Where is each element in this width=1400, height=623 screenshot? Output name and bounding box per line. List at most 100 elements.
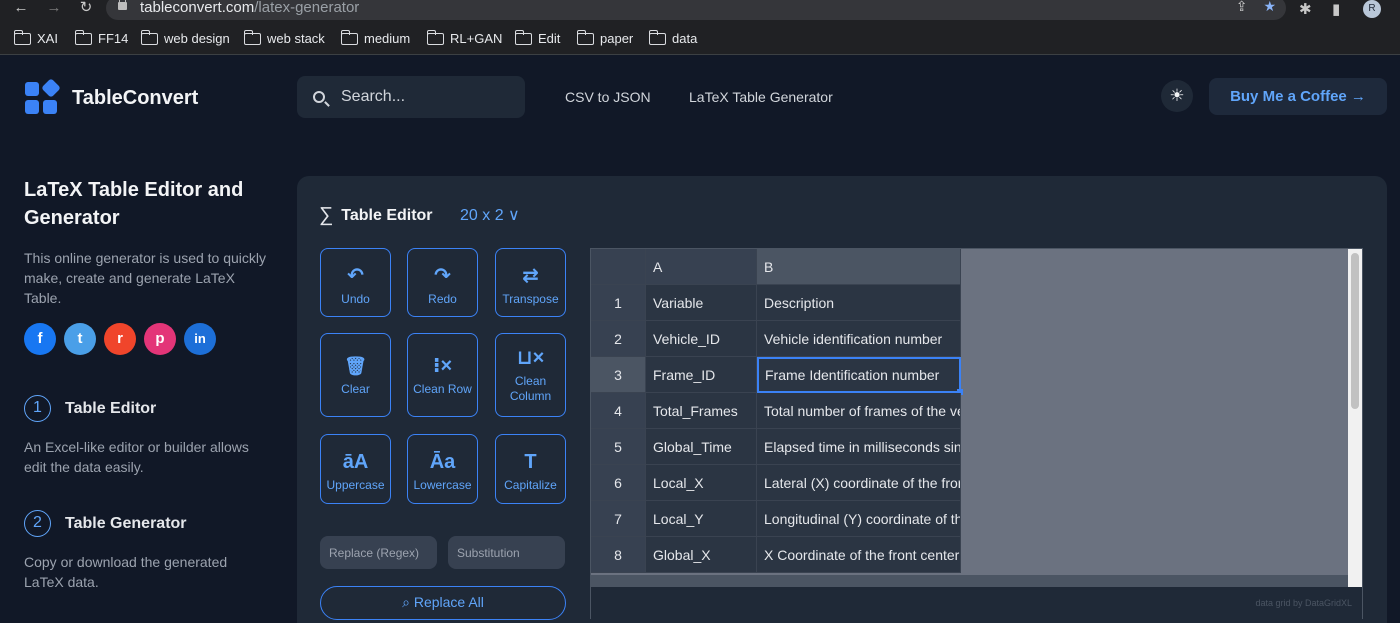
uppercase-button[interactable]: āA Uppercase: [320, 434, 391, 504]
scrollbar-thumb[interactable]: [1351, 253, 1359, 409]
grid-cell[interactable]: Variable: [646, 285, 757, 321]
clean-row-button[interactable]: ⁝× Clean Row: [407, 333, 478, 417]
pinterest-icon[interactable]: p: [144, 323, 176, 355]
sidepanel-icon[interactable]: ▮: [1332, 0, 1340, 18]
bookmark-star-icon[interactable]: ★: [1263, 0, 1276, 15]
url-bar[interactable]: tableconvert.com/latex-generator ⇪ ★: [106, 0, 1286, 20]
table-dimensions-dropdown[interactable]: 20 x 2 ∨: [460, 205, 520, 225]
facebook-icon[interactable]: f: [24, 323, 56, 355]
bookmark-item[interactable]: XAI: [13, 29, 58, 46]
bookmark-item[interactable]: web design: [140, 29, 230, 46]
grid-cell[interactable]: Total number of frames of the ve: [757, 393, 961, 429]
data-grid[interactable]: A B 1 Variable Description 2 Vehicle_ID …: [590, 248, 1363, 619]
grid-cell[interactable]: Local_Y: [646, 501, 757, 537]
transpose-button[interactable]: ⇄ Transpose: [495, 248, 566, 317]
substitution-input[interactable]: [448, 536, 565, 569]
page-title: LaTeX Table Editor and Generator: [24, 179, 244, 229]
nav-link-latex-generator[interactable]: LaTeX Table Generator: [689, 89, 833, 105]
trash-icon: 🗑: [344, 356, 367, 376]
grid-cell[interactable]: Lateral (X) coordinate of the fron: [757, 465, 961, 501]
share-icon[interactable]: ⇪: [1236, 0, 1248, 15]
row-header[interactable]: 8: [591, 537, 646, 573]
bookmark-item[interactable]: paper: [576, 29, 633, 46]
grid-cell[interactable]: Description: [757, 285, 961, 321]
search-box[interactable]: [297, 76, 525, 118]
reddit-icon[interactable]: r: [104, 323, 136, 355]
bookmark-item[interactable]: data: [648, 29, 697, 46]
bookmark-item[interactable]: RL+GAN: [426, 29, 502, 46]
grid-cell[interactable]: Global_Time: [646, 429, 757, 465]
column-header-a[interactable]: A: [646, 249, 757, 285]
row-header[interactable]: 3: [591, 357, 646, 393]
grid-cell-active[interactable]: Frame Identification number: [757, 357, 961, 393]
grid-footer: data grid by DataGridXL: [591, 587, 1362, 619]
grid-cell[interactable]: Vehicle identification number: [757, 321, 961, 357]
grid-cell[interactable]: X Coordinate of the front center: [757, 537, 961, 573]
row-header[interactable]: 2: [591, 321, 646, 357]
bookmark-item[interactable]: web stack: [243, 29, 325, 46]
twitter-icon[interactable]: t: [64, 323, 96, 355]
clean-column-button[interactable]: ⊔× Clean Column: [495, 333, 566, 417]
bookmark-label: medium: [364, 31, 411, 46]
step-number: 1: [24, 395, 51, 422]
search-icon: [313, 91, 325, 103]
row-header[interactable]: 7: [591, 501, 646, 537]
buy-me-a-coffee-button[interactable]: Buy Me a Coffee →: [1209, 78, 1387, 115]
forward-icon[interactable]: →: [43, 0, 65, 18]
column-header-b[interactable]: B: [757, 249, 961, 285]
linkedin-icon[interactable]: in: [184, 323, 216, 355]
logo-icon[interactable]: [25, 78, 61, 114]
lowercase-icon: Āa: [429, 451, 456, 473]
clean-row-icon: ⁝×: [432, 355, 453, 377]
search-input[interactable]: [341, 86, 511, 108]
page-description: This online generator is used to quickly…: [24, 250, 267, 306]
row-header[interactable]: 1: [591, 285, 646, 321]
bookmarks-bar: XAI FF14 web design web stack medium RL+…: [0, 22, 1400, 55]
tool-label: Uppercase: [326, 478, 385, 492]
row-header[interactable]: 5: [591, 429, 646, 465]
horizontal-scrollbar[interactable]: [591, 575, 1350, 587]
browser-toolbar: ← → ↻ tableconvert.com/latex-generator ⇪…: [0, 0, 1400, 22]
clear-button[interactable]: 🗑 Clear: [320, 333, 391, 417]
undo-button[interactable]: ↶ Undo: [320, 248, 391, 317]
capitalize-button[interactable]: T Capitalize: [495, 434, 566, 504]
url-domain: tableconvert.com: [140, 0, 255, 16]
extensions-icon[interactable]: ✱: [1299, 0, 1312, 18]
back-icon[interactable]: ←: [10, 0, 32, 18]
row-header[interactable]: 4: [591, 393, 646, 429]
lock-icon: [118, 0, 127, 10]
sigma-icon: ∑: [319, 204, 334, 226]
grid-credit[interactable]: data grid by DataGridXL: [1255, 598, 1352, 608]
grid-cell[interactable]: Elapsed time in milliseconds sin: [757, 429, 961, 465]
redo-button[interactable]: ↷ Redo: [407, 248, 478, 317]
lowercase-button[interactable]: Āa Lowercase: [407, 434, 478, 504]
folder-icon: [74, 29, 92, 45]
bookmark-item[interactable]: medium: [340, 29, 411, 46]
grid-cell[interactable]: Local_X: [646, 465, 757, 501]
grid-cell[interactable]: Total_Frames: [646, 393, 757, 429]
folder-icon: [13, 29, 31, 45]
nav-link-csv-to-json[interactable]: CSV to JSON: [565, 89, 651, 105]
bookmark-item[interactable]: FF14: [74, 29, 128, 46]
brand-name[interactable]: TableConvert: [72, 87, 198, 110]
reload-icon[interactable]: ↻: [75, 0, 97, 18]
url-path: /latex-generator: [254, 0, 360, 16]
url-text: tableconvert.com/latex-generator: [140, 0, 359, 16]
vertical-scrollbar[interactable]: [1348, 249, 1362, 587]
replace-regex-input[interactable]: [320, 536, 437, 569]
editor-heading: ∑ Table Editor: [319, 204, 433, 227]
replace-all-button[interactable]: ⌕ Replace All: [320, 586, 566, 620]
grid-cell[interactable]: Global_X: [646, 537, 757, 573]
tool-label: Transpose: [502, 292, 559, 306]
grid-corner[interactable]: [591, 249, 646, 285]
grid-cell[interactable]: Vehicle_ID: [646, 321, 757, 357]
undo-icon: ↶: [347, 265, 364, 287]
redo-icon: ↷: [434, 265, 451, 287]
theme-toggle-sun-icon[interactable]: ☀: [1161, 80, 1193, 112]
grid-cell[interactable]: Longitudinal (Y) coordinate of th: [757, 501, 961, 537]
row-header[interactable]: 6: [591, 465, 646, 501]
profile-avatar[interactable]: R: [1363, 0, 1381, 18]
bookmark-item[interactable]: Edit: [514, 29, 560, 46]
site-header: TableConvert CSV to JSON LaTeX Table Gen…: [0, 56, 1400, 140]
grid-cell[interactable]: Frame_ID: [646, 357, 757, 393]
